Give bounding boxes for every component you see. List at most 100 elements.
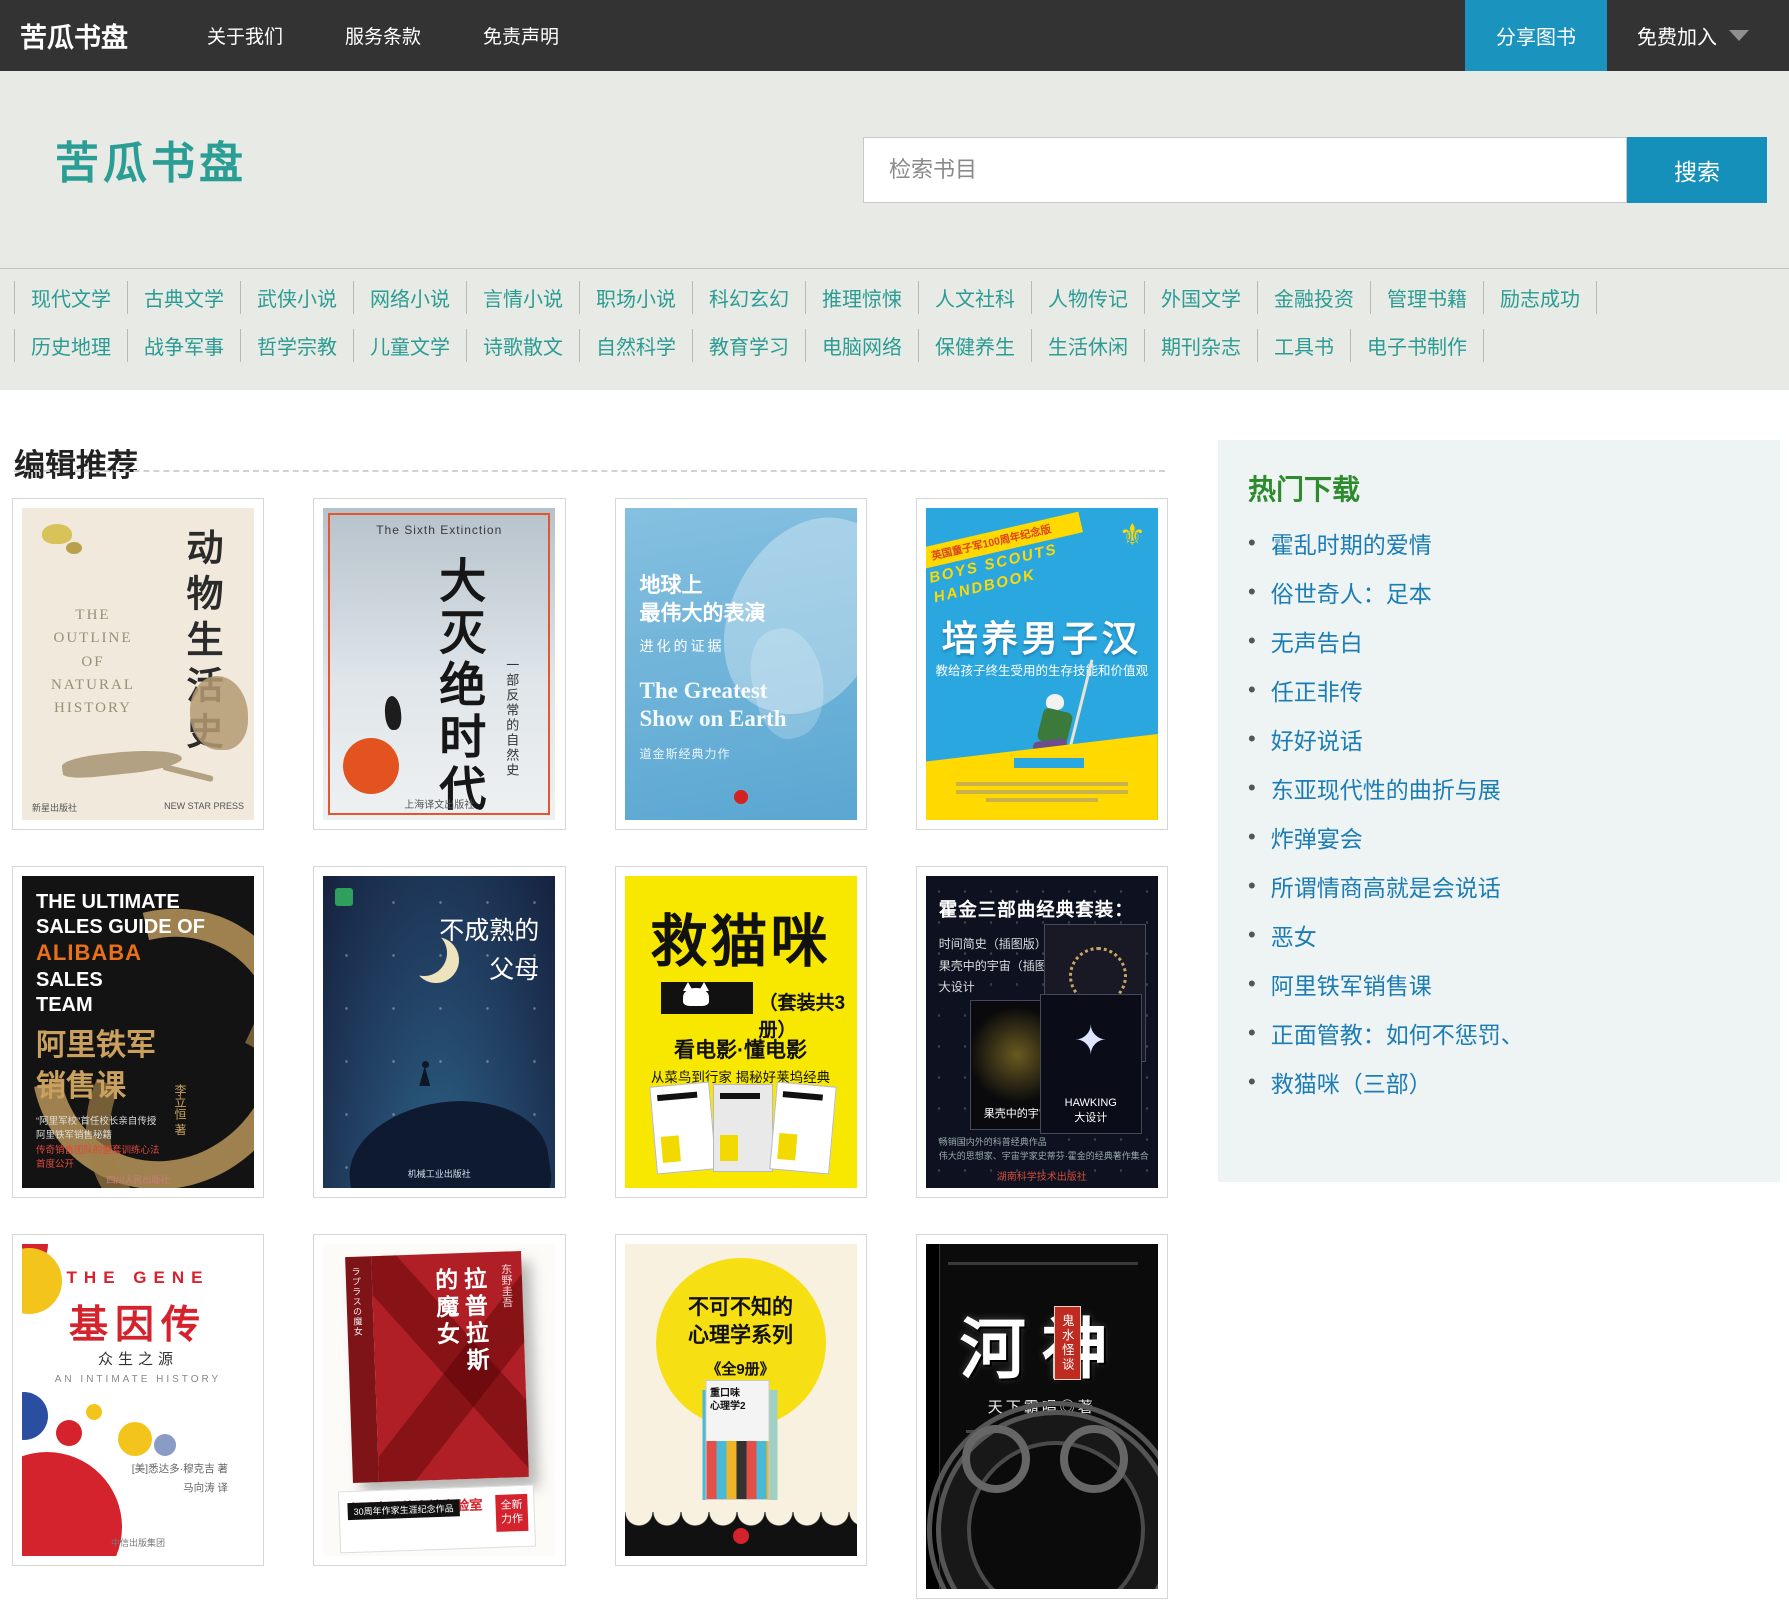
cover-line1: 看电影·懂电影 bbox=[625, 1034, 857, 1064]
category-link[interactable]: 言情小说 bbox=[467, 281, 580, 314]
category-link[interactable]: 自然科学 bbox=[580, 329, 693, 362]
hot-download-link[interactable]: 正面管教：如何不惩罚、 bbox=[1271, 1016, 1524, 1050]
category-link[interactable]: 励志成功 bbox=[1484, 281, 1597, 314]
brand-logo[interactable]: 苦瓜书盘 bbox=[20, 16, 128, 55]
cover-english-title: THE OUTLINE OF NATURAL HISTORY bbox=[34, 604, 152, 720]
cover-author: 东野圭吾 bbox=[498, 1263, 516, 1308]
book-spine-shape bbox=[768, 1390, 777, 1500]
join-free-link[interactable]: 免费加入 bbox=[1637, 21, 1717, 50]
search-button[interactable]: 搜索 bbox=[1627, 137, 1767, 203]
book-cover-greatest-show: 地球上 最伟大的表演 进化的证据 The Greatest Show on Ea… bbox=[625, 508, 857, 820]
site-header: 苦瓜书盘 搜索 现代文学 古典文学 武侠小说 网络小说 言情小说 职场小说 科幻… bbox=[0, 71, 1789, 390]
category-link[interactable]: 外国文学 bbox=[1145, 281, 1258, 314]
cover-author: [美]悉达多·穆克吉 著 马向涛 译 bbox=[132, 1460, 228, 1498]
category-link[interactable]: 网络小说 bbox=[354, 281, 467, 314]
cover-title: 霍金三部曲经典套装： bbox=[939, 896, 1134, 922]
share-book-button[interactable]: 分享图书 bbox=[1465, 0, 1607, 71]
hot-download-link[interactable]: 东亚现代性的曲折与展 bbox=[1271, 771, 1501, 805]
cover-note: “阿里军校”首任校长亲自传授 阿里铁军销售秘籍 bbox=[36, 1115, 156, 1144]
category-link[interactable]: 期刊杂志 bbox=[1145, 329, 1258, 362]
chevron-down-icon[interactable] bbox=[1729, 30, 1749, 41]
hot-download-link[interactable]: 救猫咪（三部） bbox=[1271, 1065, 1432, 1099]
hot-download-link[interactable]: 炸弹宴会 bbox=[1271, 820, 1363, 854]
top-navbar: 苦瓜书盘 关于我们 服务条款 免责声明 分享图书 免费加入 bbox=[0, 0, 1789, 71]
category-link[interactable]: 人文社科 bbox=[919, 281, 1032, 314]
obi-band: 东野圭吾的人性实验室 30周年作家生涯纪念作品 全新 力作 bbox=[338, 1485, 536, 1554]
category-link[interactable]: 保健养生 bbox=[919, 329, 1032, 362]
cover-english-title: The Greatest Show on Earth bbox=[640, 677, 787, 735]
list-item: 任正非传 bbox=[1248, 665, 1760, 714]
search-input[interactable] bbox=[863, 137, 1627, 203]
hot-download-link[interactable]: 霍乱时期的爱情 bbox=[1271, 526, 1432, 560]
category-link[interactable]: 推理惊悚 bbox=[806, 281, 919, 314]
nav-item-disclaimer[interactable]: 免责声明 bbox=[452, 22, 590, 49]
category-link[interactable]: 生活休闲 bbox=[1032, 329, 1145, 362]
book-card[interactable]: THE GENE 基因传 众生之源 AN INTIMATE HISTORY [美… bbox=[12, 1234, 264, 1566]
category-link[interactable]: 工具书 bbox=[1258, 329, 1351, 362]
category-link[interactable]: 电子书制作 bbox=[1351, 329, 1484, 362]
book-card[interactable]: 地球上 最伟大的表演 进化的证据 The Greatest Show on Ea… bbox=[615, 498, 867, 830]
cover-publisher: 新星出版社 NEW STAR PRESS bbox=[32, 801, 244, 814]
decor-circle bbox=[22, 1392, 48, 1440]
category-link[interactable]: 古典文学 bbox=[128, 281, 241, 314]
book-card[interactable]: 英国童子军100周年纪念版 BOYS SCOUTS HANDBOOK ⚜ 培养男… bbox=[916, 498, 1168, 830]
cover-subtitle: 一部反常的自然史 bbox=[502, 658, 521, 778]
book-card[interactable]: THE OUTLINE OF NATURAL HISTORY 动物生活史 新星出… bbox=[12, 498, 264, 830]
nav-item-terms[interactable]: 服务条款 bbox=[314, 22, 452, 49]
nav-item-about[interactable]: 关于我们 bbox=[176, 22, 314, 49]
mini-book-shape bbox=[769, 1082, 836, 1175]
sticker-badge bbox=[343, 738, 399, 794]
list-item: 好好说话 bbox=[1248, 714, 1760, 763]
category-link[interactable]: 管理书籍 bbox=[1371, 281, 1484, 314]
category-link[interactable]: 历史地理 bbox=[15, 329, 128, 362]
book-card[interactable]: The Sixth Extinction 大灭绝时代 一部反常的自然史 上海译文… bbox=[313, 498, 565, 830]
category-link[interactable]: 现代文学 bbox=[15, 281, 128, 314]
book-card[interactable]: 不成熟的 父母 机械工业出版社 bbox=[313, 866, 565, 1198]
scout-emblem-icon: ⚜ bbox=[1119, 518, 1146, 553]
hot-download-link[interactable]: 无声告白 bbox=[1271, 624, 1363, 658]
cover-title: 大灭绝时代 bbox=[424, 556, 493, 816]
mini-book-grand-design: ✦ HAWKING 大设计 bbox=[1040, 994, 1142, 1134]
publisher-logo-dot bbox=[734, 790, 748, 804]
book-card[interactable]: 河神 鬼水怪谈 天下霸唱◎著 bbox=[916, 1234, 1168, 1599]
book-card[interactable]: 霍金三部曲经典套装： 时间简史（插图版） 果壳中的宇宙（插图本） 大设计 时间简… bbox=[916, 866, 1168, 1198]
category-link[interactable]: 教育学习 bbox=[693, 329, 806, 362]
hot-download-link[interactable]: 俗世奇人：足本 bbox=[1271, 575, 1432, 609]
category-link[interactable]: 职场小说 bbox=[580, 281, 693, 314]
cover-publisher: 湖南科学技术出版社 bbox=[926, 1168, 1158, 1183]
category-link[interactable]: 哲学宗教 bbox=[241, 329, 354, 362]
hot-download-link[interactable]: 阿里铁军销售课 bbox=[1271, 967, 1432, 1001]
category-link[interactable]: 战争军事 bbox=[128, 329, 241, 362]
search-bar: 搜索 bbox=[863, 137, 1767, 203]
decor-bar bbox=[956, 782, 1128, 786]
decor-circle bbox=[56, 1420, 82, 1446]
category-divider bbox=[0, 268, 1789, 269]
mosaic-pattern bbox=[706, 1441, 768, 1499]
hot-download-link[interactable]: 好好说话 bbox=[1271, 722, 1363, 756]
site-logo[interactable]: 苦瓜书盘 bbox=[55, 127, 247, 191]
book-card[interactable]: THE ULTIMATE SALES GUIDE OF ALIBABA SALE… bbox=[12, 866, 264, 1198]
category-link[interactable]: 武侠小说 bbox=[241, 281, 354, 314]
lizard-shape bbox=[61, 746, 183, 780]
book-card[interactable]: 救猫咪 （套装共3册） 看电影·懂电影 从菜鸟到行家 揭秘好莱坞经典 bbox=[615, 866, 867, 1198]
decor-line bbox=[948, 1262, 1138, 1265]
list-item: 东亚现代性的曲折与展 bbox=[1248, 763, 1760, 812]
category-link[interactable]: 金融投资 bbox=[1258, 281, 1371, 314]
list-item: 霍乱时期的爱情 bbox=[1248, 518, 1760, 567]
hot-download-link[interactable]: 任正非传 bbox=[1271, 673, 1363, 707]
book-card[interactable]: 不可不知的 心理学系列 《全9册》 重口味 心理学2 bbox=[615, 1234, 867, 1566]
list-item: 救猫咪（三部） bbox=[1248, 1057, 1760, 1106]
hot-download-link[interactable]: 恶女 bbox=[1271, 918, 1317, 952]
category-link[interactable]: 儿童文学 bbox=[354, 329, 467, 362]
category-link[interactable]: 人物传记 bbox=[1032, 281, 1145, 314]
cover-footer-text: 畅销国内外的科普经典作品 伟大的思想家、宇宙学家史蒂芬·霍金的经典著作集合 bbox=[939, 1136, 1149, 1164]
page-title: 编辑推荐 bbox=[14, 440, 138, 485]
category-link[interactable]: 诗歌散文 bbox=[467, 329, 580, 362]
mask-eye-shape bbox=[962, 1425, 1030, 1493]
category-link[interactable]: 电脑网络 bbox=[806, 329, 919, 362]
list-item: 炸弹宴会 bbox=[1248, 812, 1760, 861]
book-card[interactable]: ラプラスの魔女 拉普拉斯 的魔女 东野圭吾 东野圭吾的人性实验室 30周年作家生… bbox=[313, 1234, 565, 1566]
hot-download-link[interactable]: 所谓情商高就是会说话 bbox=[1271, 869, 1501, 903]
list-item: 所谓情商高就是会说话 bbox=[1248, 861, 1760, 910]
category-link[interactable]: 科幻玄幻 bbox=[693, 281, 806, 314]
